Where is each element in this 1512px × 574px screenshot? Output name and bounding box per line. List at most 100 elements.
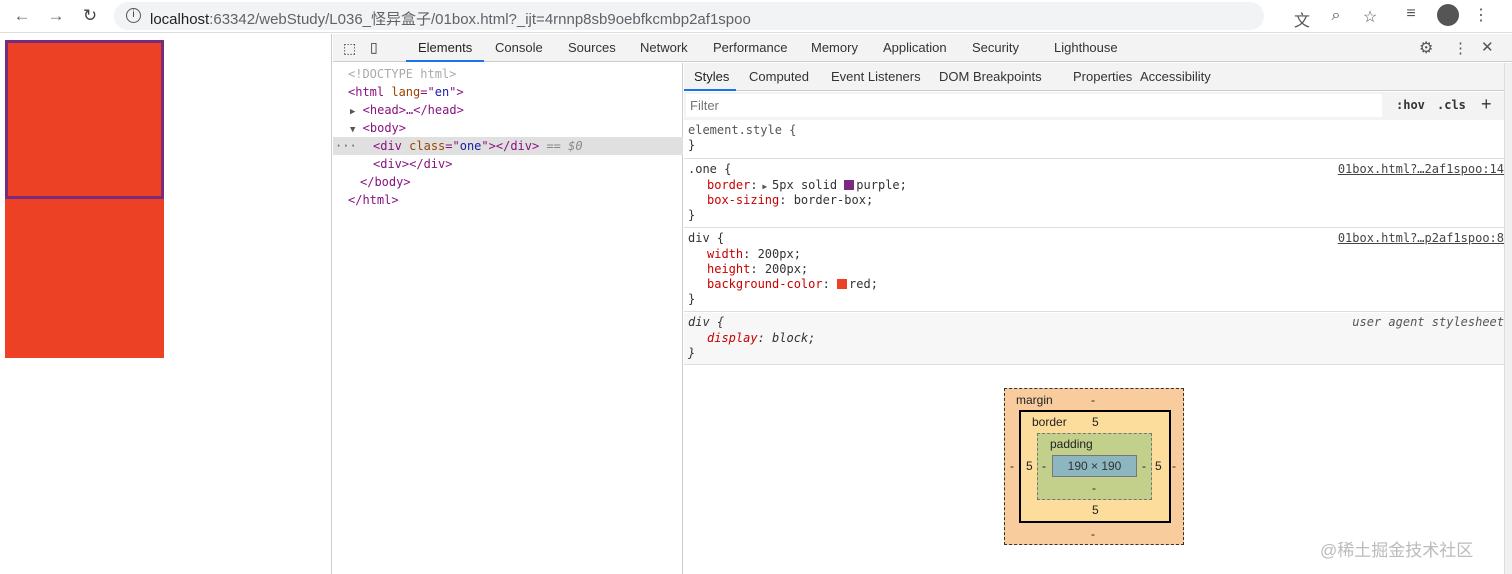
- tab-console[interactable]: Console: [495, 40, 543, 55]
- menu-dots-icon[interactable]: ⋮: [1470, 5, 1492, 25]
- dom-body-close[interactable]: </body>: [333, 173, 683, 191]
- new-rule-button[interactable]: +: [1481, 94, 1492, 115]
- forward-icon[interactable]: →: [44, 4, 68, 28]
- subtab-styles[interactable]: Styles: [694, 69, 729, 84]
- back-icon[interactable]: ←: [10, 4, 34, 28]
- margin-bottom-value[interactable]: -: [1091, 527, 1095, 541]
- tag: <div: [373, 139, 402, 153]
- filter-row: :hov .cls +: [684, 92, 1512, 120]
- styles-filter-input[interactable]: [686, 94, 1382, 117]
- rule-close: }: [688, 346, 696, 360]
- inspect-element-icon[interactable]: ⬚: [343, 40, 356, 57]
- rule-selector: div {: [688, 315, 725, 329]
- color-swatch[interactable]: [844, 180, 855, 190]
- info-icon[interactable]: i: [126, 8, 141, 23]
- attr-name: class: [409, 139, 446, 153]
- dom-html-node[interactable]: <html lang="en">: [333, 83, 683, 101]
- zoom-icon[interactable]: ⌕: [1325, 7, 1347, 25]
- dom-div-one-node-selected[interactable]: ··· <div class="one"></div> == $0: [333, 137, 683, 155]
- box-model-diagram: margin - - - - border 5 5 5 5 padding - …: [1004, 388, 1184, 545]
- scrollbar[interactable]: [1504, 63, 1512, 574]
- collapse-triangle-icon[interactable]: ▼: [350, 125, 355, 135]
- watermark: @稀土掘金技术社区: [1320, 541, 1474, 560]
- subtab-computed[interactable]: Computed: [749, 69, 809, 84]
- dom-html-close[interactable]: </html>: [333, 191, 683, 209]
- prop-color-value: purple;: [856, 178, 907, 192]
- active-subtab-indicator: [684, 89, 736, 91]
- close-devtools-icon[interactable]: ✕: [1481, 38, 1494, 56]
- border-bottom-value[interactable]: 5: [1092, 503, 1099, 517]
- prop-name: border: [707, 178, 751, 192]
- prop-name: height: [707, 262, 751, 276]
- rule-source-link[interactable]: 01box.html?…p2af1spoo:8: [1338, 231, 1504, 245]
- rule-selector[interactable]: div {: [688, 231, 724, 246]
- node-actions-icon[interactable]: ···: [335, 137, 357, 155]
- subtab-dom-breakpoints[interactable]: DOM Breakpoints: [939, 69, 1042, 84]
- tab-application[interactable]: Application: [883, 40, 947, 55]
- active-tab-indicator: [406, 60, 484, 62]
- prop-width[interactable]: width: 200px;: [707, 247, 801, 262]
- rule-user-agent-div: div { user agent stylesheet display: blo…: [684, 313, 1504, 365]
- bookmark-star-icon[interactable]: ☆: [1359, 7, 1381, 27]
- hov-button[interactable]: :hov: [1396, 98, 1425, 112]
- prop-background-color[interactable]: background-color: red;: [707, 277, 878, 292]
- prop-name: background-color: [707, 277, 823, 291]
- rule-selector[interactable]: element.style {: [688, 123, 796, 138]
- address-bar[interactable]: i localhost:63342/webStudy/L036_怪异盒子/01b…: [114, 2, 1377, 30]
- tab-network[interactable]: Network: [640, 40, 688, 55]
- dom-doctype[interactable]: <!DOCTYPE html>: [333, 65, 683, 83]
- rule-source-link[interactable]: 01box.html?…2af1spoo:14: [1338, 162, 1504, 176]
- tag: ></div>: [488, 139, 540, 153]
- border-top-value[interactable]: 5: [1092, 415, 1099, 429]
- reload-icon[interactable]: ↻: [78, 4, 102, 28]
- prop-value: 5px solid: [772, 178, 845, 192]
- device-toolbar-icon[interactable]: ▯: [370, 39, 378, 56]
- prop-border[interactable]: border: ▶ 5px solid purple;: [707, 178, 907, 193]
- border-label: border: [1032, 415, 1067, 429]
- tab-elements[interactable]: Elements: [418, 40, 472, 55]
- border-left-value[interactable]: 5: [1026, 459, 1033, 473]
- prop-height[interactable]: height: 200px;: [707, 262, 808, 277]
- url-text[interactable]: localhost:63342/webStudy/L036_怪异盒子/01box…: [150, 8, 751, 29]
- padding-left-value[interactable]: -: [1042, 459, 1046, 473]
- rule-source-label: user agent stylesheet: [1352, 315, 1504, 329]
- elements-dom-tree: <!DOCTYPE html> <html lang="en"> ▶ <head…: [333, 63, 683, 574]
- margin-top-value[interactable]: -: [1091, 393, 1095, 407]
- styles-pane: Styles Computed Event Listeners DOM Brea…: [684, 63, 1512, 574]
- tab-memory[interactable]: Memory: [811, 40, 858, 55]
- tab-sources[interactable]: Sources: [568, 40, 616, 55]
- prop-box-sizing[interactable]: box-sizing: border-box;: [707, 193, 873, 208]
- div-one-box[interactable]: [5, 40, 164, 199]
- dom-head-node[interactable]: ▶ <head>…</head>: [333, 101, 683, 119]
- tab-lighthouse[interactable]: Lighthouse: [1054, 40, 1118, 55]
- tab-performance[interactable]: Performance: [713, 40, 787, 55]
- subtab-accessibility[interactable]: Accessibility: [1140, 69, 1211, 84]
- more-options-icon[interactable]: ⋮: [1453, 39, 1468, 57]
- subtab-event-listeners[interactable]: Event Listeners: [831, 69, 921, 84]
- margin-right-value[interactable]: -: [1172, 459, 1176, 473]
- devtools-tabbar: ⬚ ▯ Elements Console Sources Network Per…: [333, 34, 1512, 62]
- box-model-content-size[interactable]: 190 × 190: [1052, 455, 1137, 477]
- translate-icon[interactable]: 文: [1291, 7, 1313, 31]
- cls-button[interactable]: .cls: [1437, 98, 1466, 112]
- margin-left-value[interactable]: -: [1010, 459, 1014, 473]
- reading-list-icon[interactable]: ≡: [1400, 5, 1422, 23]
- settings-gear-icon[interactable]: ⚙: [1419, 38, 1433, 58]
- padding-bottom-value[interactable]: -: [1092, 481, 1096, 495]
- padding-label: padding: [1050, 437, 1093, 451]
- expand-triangle-icon[interactable]: ▶: [758, 182, 772, 191]
- prop-value: border-box;: [793, 193, 874, 207]
- expand-triangle-icon[interactable]: ▶: [350, 107, 355, 117]
- color-swatch[interactable]: [837, 279, 848, 289]
- tag: <html: [348, 85, 385, 99]
- tab-security[interactable]: Security: [972, 40, 1019, 55]
- div-second-box[interactable]: [5, 199, 164, 358]
- padding-right-value[interactable]: -: [1142, 459, 1146, 473]
- rule-element-style: element.style { }: [684, 121, 1504, 159]
- dom-div-node[interactable]: <div></div>: [333, 155, 683, 173]
- dom-body-node[interactable]: ▼ <body>: [333, 119, 683, 137]
- profile-avatar-icon[interactable]: [1437, 4, 1459, 26]
- border-right-value[interactable]: 5: [1155, 459, 1162, 473]
- rule-selector[interactable]: .one {: [688, 162, 731, 177]
- subtab-properties[interactable]: Properties: [1073, 69, 1132, 84]
